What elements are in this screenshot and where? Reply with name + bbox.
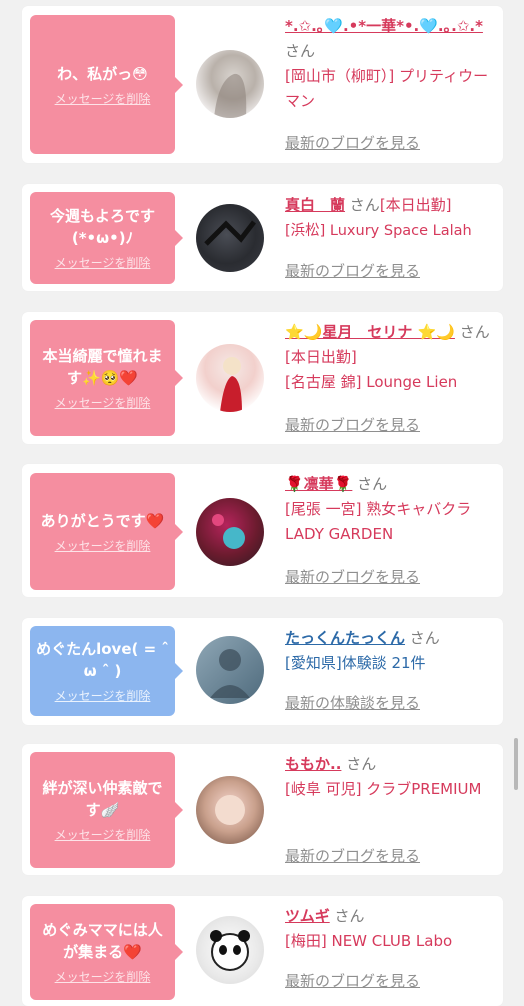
avatar[interactable] <box>196 344 264 412</box>
message-bubble: わ、私がっ😳 メッセージを削除 <box>30 15 183 154</box>
work-status: [本日出勤] <box>379 196 452 214</box>
latest-blog-link[interactable]: 最新のブログを見る <box>285 260 420 281</box>
review-info[interactable]: [愛知県]体験談 21件 <box>285 654 426 672</box>
message-text: 本当綺麗で憧れます✨🥺❤️ <box>42 347 163 387</box>
delete-message-link[interactable]: メッセージを削除 <box>55 538 151 554</box>
delete-message-link[interactable]: メッセージを削除 <box>55 255 151 271</box>
honorific: さん <box>346 755 377 773</box>
scrollbar[interactable] <box>514 738 518 790</box>
avatar[interactable] <box>196 916 264 984</box>
delete-message-link[interactable]: メッセージを削除 <box>55 688 151 704</box>
avatar-photo <box>212 514 245 549</box>
user-name-link[interactable]: ももか.. <box>285 755 341 773</box>
message-bubble: めぐたんlove( = ˆ ω ˆ ) メッセージを削除 <box>30 626 183 716</box>
delete-message-link[interactable]: メッセージを削除 <box>55 395 151 411</box>
message-text: めぐたんlove( = ˆ ω ˆ ) <box>36 640 169 680</box>
avatar-photo <box>220 357 242 412</box>
message-text: めぐみママには人が集まる❤️ <box>42 921 163 961</box>
message-card: ありがとうです❤️ メッセージを削除 🌹凛華🌹 さん [尾張 一宮] 熟女キャバ… <box>22 464 503 597</box>
honorific: さん <box>349 196 380 214</box>
honorific: さん <box>334 907 365 925</box>
shop-name[interactable]: [尾張 一宮] 熟女キャバクラ LADY GARDEN <box>285 500 471 543</box>
latest-blog-link[interactable]: 最新のブログを見る <box>285 970 420 991</box>
message-card: 絆が深い仲素敵です🪽 メッセージを削除 ももか.. さん [岐阜 可児] クラブ… <box>22 744 503 875</box>
avatar-photo <box>214 73 247 118</box>
no-photo-icon <box>210 649 250 698</box>
work-status: [本日出勤] <box>285 348 357 366</box>
message-card: 今週もよろです(*•ω•)ﾉ メッセージを削除 真白 蘭 さん[本日出勤] [浜… <box>22 184 503 291</box>
delete-message-link[interactable]: メッセージを削除 <box>55 91 151 107</box>
message-bubble: ありがとうです❤️ メッセージを削除 <box>30 473 183 590</box>
shop-name[interactable]: [浜松] Luxury Space Lalah <box>285 223 472 239</box>
honorific: さん <box>459 323 490 341</box>
message-card: 本当綺麗で憧れます✨🥺❤️ メッセージを削除 ⭐🌙星月 セリナ ⭐🌙 さん [本日… <box>22 312 503 444</box>
latest-review-link[interactable]: 最新の体験談を見る <box>285 692 420 713</box>
user-name-link[interactable]: *.✩.｡🩵.•*一華*•.🩵.｡.✩.* <box>285 17 483 35</box>
avatar-photo <box>204 220 256 246</box>
message-text: わ、私がっ😳 <box>57 64 148 83</box>
delete-message-link[interactable]: メッセージを削除 <box>55 827 151 843</box>
message-bubble: 絆が深い仲素敵です🪽 メッセージを削除 <box>30 752 183 868</box>
message-text: ありがとうです❤️ <box>40 511 165 530</box>
avatar-photo <box>215 795 245 825</box>
latest-blog-link[interactable]: 最新のブログを見る <box>285 132 420 153</box>
message-bubble: 本当綺麗で憧れます✨🥺❤️ メッセージを削除 <box>30 320 183 436</box>
message-text: 今週もよろです(*•ω•)ﾉ <box>49 207 155 247</box>
latest-blog-link[interactable]: 最新のブログを見る <box>285 845 420 866</box>
user-name-link[interactable]: ツムギ <box>285 907 330 925</box>
message-bubble: 今週もよろです(*•ω•)ﾉ メッセージを削除 <box>30 192 183 284</box>
shop-name[interactable]: [名古屋 錦] Lounge Lien <box>285 373 457 391</box>
avatar[interactable] <box>196 498 264 566</box>
shop-name[interactable]: [岡山市（柳町）] プリティウーマン <box>285 67 488 110</box>
message-card: わ、私がっ😳 メッセージを削除 *.✩.｡🩵.•*一華*•.🩵.｡.✩.* さん… <box>22 6 503 163</box>
user-name-link[interactable]: 🌹凛華🌹 <box>285 475 352 493</box>
message-card: めぐみママには人が集まる❤️ メッセージを削除 ツムギ さん [梅田] NEW … <box>22 896 503 1006</box>
avatar[interactable] <box>196 204 264 272</box>
user-name-link[interactable]: たっくんたっくん <box>285 629 405 647</box>
user-name-link[interactable]: ⭐🌙星月 セリナ ⭐🌙 <box>285 323 455 341</box>
avatar[interactable] <box>196 776 264 844</box>
avatar[interactable] <box>196 50 264 118</box>
honorific: さん <box>357 475 388 493</box>
latest-blog-link[interactable]: 最新のブログを見る <box>285 414 420 435</box>
latest-blog-link[interactable]: 最新のブログを見る <box>285 566 420 587</box>
message-bubble: めぐみママには人が集まる❤️ メッセージを削除 <box>30 904 183 1000</box>
user-name-link[interactable]: 真白 蘭 <box>285 196 345 214</box>
delete-message-link[interactable]: メッセージを削除 <box>55 969 151 985</box>
shop-name[interactable]: [岐阜 可児] クラブPREMIUM <box>285 780 481 798</box>
message-card: めぐたんlove( = ˆ ω ˆ ) メッセージを削除 たっくんたっくん さん… <box>22 618 503 725</box>
honorific: さん <box>409 629 440 647</box>
honorific: さん <box>285 42 316 60</box>
message-text: 絆が深い仲素敵です🪽 <box>42 779 163 819</box>
shop-name[interactable]: [梅田] NEW CLUB Labo <box>285 932 452 950</box>
avatar[interactable] <box>196 636 264 704</box>
panda-icon <box>210 930 250 971</box>
